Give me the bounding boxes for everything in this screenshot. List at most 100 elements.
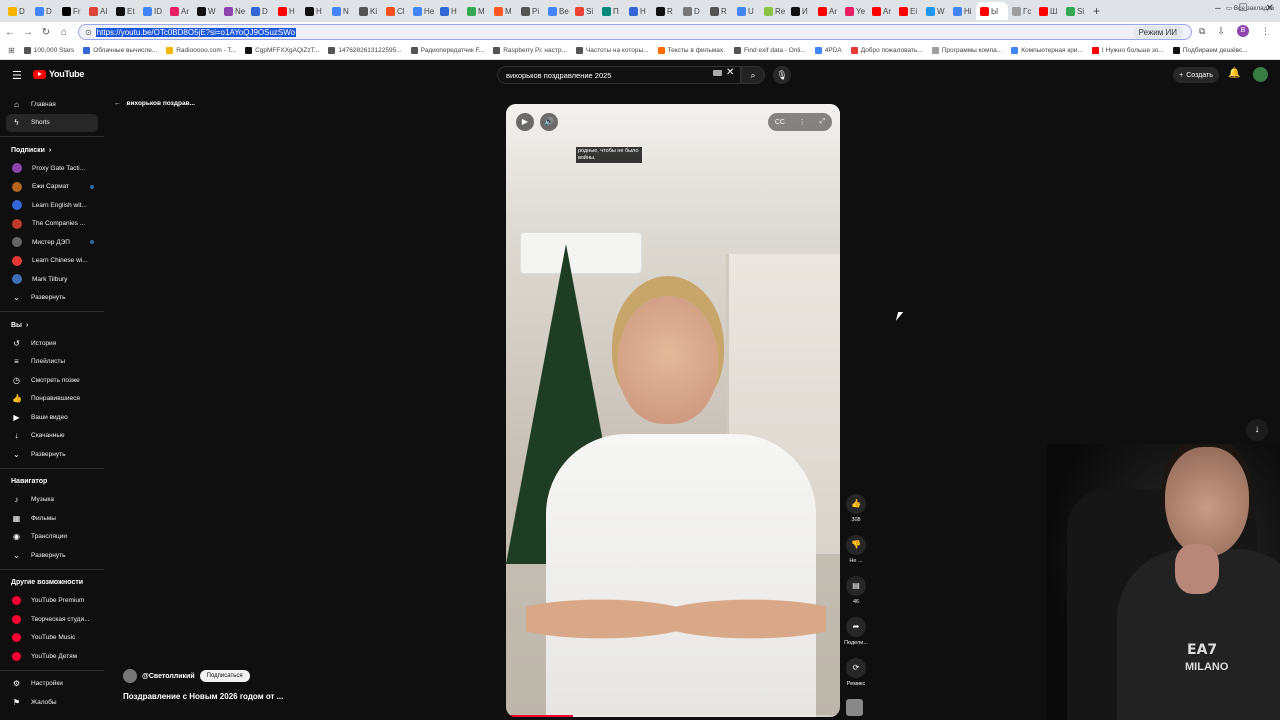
sidebar-item-you[interactable]: ≡ Плейлисты: [0, 353, 104, 372]
sidebar-item-subscription[interactable]: Learn English wit...: [0, 196, 104, 215]
sidebar-item-you[interactable]: ▶ Ваши видео: [0, 408, 104, 427]
browser-tab[interactable]: Fr: [58, 2, 85, 20]
browser-tab[interactable]: D: [247, 2, 274, 20]
browser-tab[interactable]: AI: [85, 2, 112, 20]
browser-menu-icon[interactable]: ⋮: [1261, 26, 1270, 37]
browser-tab[interactable]: W: [193, 2, 220, 20]
sidebar-item-bottom[interactable]: ⚑ Жалобы: [0, 693, 104, 712]
sidebar-item-you[interactable]: 👍 Понравившиеся: [0, 390, 104, 409]
sidebar-item-subscription[interactable]: Ежи Сармат: [0, 178, 104, 197]
address-bar[interactable]: ⊙ https://youtu.be/OTc0BD8O5jE?si=o1AYoQ…: [78, 24, 1192, 40]
browser-tab[interactable]: П: [598, 2, 625, 20]
sound-thumbnail[interactable]: [846, 699, 863, 716]
sidebar-item-nav[interactable]: ▦ Фильмы: [0, 509, 104, 528]
bookmark-item[interactable]: CgpMFFXXgAQiZzT...: [245, 47, 319, 54]
channel-name[interactable]: @Светолликий: [142, 673, 195, 680]
bookmark-item[interactable]: Добро пожаловать...: [850, 47, 923, 54]
bookmark-item[interactable]: Raspberry Pi: настр...: [493, 47, 567, 54]
extensions-icon[interactable]: ⧉: [1199, 26, 1205, 37]
bookmark-item[interactable]: Find exif data - Onli...: [733, 47, 806, 54]
sidebar-item-more[interactable]: YouTube Детям: [0, 647, 104, 666]
browser-tab[interactable]: M: [490, 2, 517, 20]
youtube-logo[interactable]: YouTube: [33, 69, 84, 79]
search-button[interactable]: ⌕: [741, 66, 765, 84]
back-arrow-icon[interactable]: ←: [2, 27, 18, 38]
dislike-button[interactable]: 👎 Не ...: [842, 535, 870, 576]
subscribe-button[interactable]: Подписаться: [199, 670, 250, 682]
sidebar-item-home[interactable]: ⌂ Главная: [0, 95, 104, 114]
sidebar-item-nav[interactable]: ◉ Трансляции: [0, 528, 104, 547]
browser-tab[interactable]: Be: [544, 2, 571, 20]
search-input[interactable]: вихорьков поздравление 2025: [497, 66, 741, 84]
browser-tab[interactable]: Ar: [814, 2, 841, 20]
browser-tab[interactable]: Ar: [868, 2, 895, 20]
browser-tab[interactable]: Ne: [220, 2, 247, 20]
browser-tab[interactable]: D: [31, 2, 58, 20]
reload-icon[interactable]: ↻: [38, 27, 54, 38]
bookmark-item[interactable]: I Нужно больше зо...: [1091, 47, 1164, 54]
bookmark-item[interactable]: Тексты в фильмах.: [657, 47, 725, 54]
sidebar-item-you[interactable]: ↺ История: [0, 334, 104, 353]
sidebar-item-more[interactable]: Творческая студи...: [0, 610, 104, 629]
bookmark-item[interactable]: Компьютерная кри...: [1011, 47, 1083, 54]
browser-tab[interactable]: H: [301, 2, 328, 20]
browser-tab[interactable]: Pi: [517, 2, 544, 20]
sidebar-item-shorts[interactable]: ϟ Shorts: [6, 113, 98, 132]
captions-icon[interactable]: CC: [775, 119, 785, 126]
menu-icon[interactable]: ☰: [12, 69, 22, 82]
sidebar-item-subscription[interactable]: Proxy Gate Tacti...: [0, 159, 104, 178]
sidebar-item-nav[interactable]: ⌄ Развернуть: [0, 546, 104, 565]
short-title[interactable]: Поздравление с Новым 2026 годом от ...: [123, 692, 283, 701]
profile-avatar[interactable]: B: [1237, 25, 1249, 37]
like-button[interactable]: 👍 308: [842, 494, 870, 535]
create-button[interactable]: + Создать: [1173, 67, 1219, 83]
browser-tab[interactable]: Si: [571, 2, 598, 20]
fullscreen-icon[interactable]: ⤢: [820, 118, 826, 126]
sidebar-item-you[interactable]: ◷ Смотреть позже: [0, 371, 104, 390]
downloads-icon[interactable]: ⇩: [1217, 26, 1225, 37]
bookmark-item[interactable]: Облачные вычисле...: [83, 47, 157, 54]
home-icon[interactable]: ⌂: [56, 27, 72, 38]
clear-search-icon[interactable]: ✕: [726, 67, 734, 78]
browser-tab[interactable]: Si: [1062, 2, 1089, 20]
browser-tab[interactable]: Hi: [949, 2, 976, 20]
bookmark-item[interactable]: Radiooooo.com - T...: [166, 47, 236, 54]
play-button[interactable]: ▶: [516, 113, 534, 131]
browser-tab[interactable]: И: [787, 2, 814, 20]
volume-button[interactable]: 🔊: [540, 113, 558, 131]
browser-tab[interactable]: U: [733, 2, 760, 20]
browser-tab[interactable]: Ki: [355, 2, 382, 20]
browser-tab[interactable]: Re: [760, 2, 787, 20]
browser-tab[interactable]: R: [652, 2, 679, 20]
url-text[interactable]: https://youtu.be/OTc0BD8O5jE?si=o1AYoQJ9…: [95, 27, 297, 37]
browser-tab[interactable]: N: [328, 2, 355, 20]
next-short-button[interactable]: ↓: [1246, 419, 1268, 441]
browser-tab[interactable]: Ye: [841, 2, 868, 20]
ai-mode-button[interactable]: Режим ИИ: [1132, 26, 1183, 39]
comments-button[interactable]: ▤ 46: [842, 576, 870, 617]
sidebar-item-subscription[interactable]: Mark Tilbury: [0, 270, 104, 289]
browser-tab[interactable]: Ei: [895, 2, 922, 20]
you-header[interactable]: Вы ›: [0, 316, 104, 334]
all-bookmarks[interactable]: ▭ Все закладки: [1226, 4, 1274, 12]
browser-tab[interactable]: D: [4, 2, 31, 20]
bookmark-item[interactable]: Программы компа...: [931, 47, 1002, 54]
sidebar-item-nav[interactable]: ♪ Музыка: [0, 491, 104, 510]
new-tab-icon[interactable]: +: [1093, 4, 1100, 18]
notifications-bell-icon[interactable]: 🔔: [1228, 68, 1240, 79]
browser-tab[interactable]: Cl: [382, 2, 409, 20]
bookmark-item[interactable]: Подбираем дешёвс...: [1172, 47, 1248, 54]
sidebar-item-subscription[interactable]: Learn Chinese wi...: [0, 252, 104, 271]
browser-tab[interactable]: H: [625, 2, 652, 20]
sidebar-item-you[interactable]: ⌄ Развернуть: [0, 445, 104, 464]
bookmark-item[interactable]: 1476282613122595...: [328, 47, 402, 54]
voice-search-button[interactable]: 🎙: [773, 66, 791, 84]
browser-tab[interactable]: Ы: [976, 2, 1008, 20]
more-options-icon[interactable]: ⋮: [799, 118, 806, 126]
bookmark-item[interactable]: Радиопередатчик F...: [410, 47, 484, 54]
bookmark-item[interactable]: 100,000 Stars: [23, 47, 74, 54]
browser-tab[interactable]: W: [922, 2, 949, 20]
forward-arrow-icon[interactable]: →: [20, 27, 36, 38]
bookmark-item[interactable]: 4PDA: [814, 47, 842, 54]
shorts-player[interactable]: ▶ 🔊 CC ⋮ ⤢ родные, чтобы не было войны.: [506, 104, 840, 717]
